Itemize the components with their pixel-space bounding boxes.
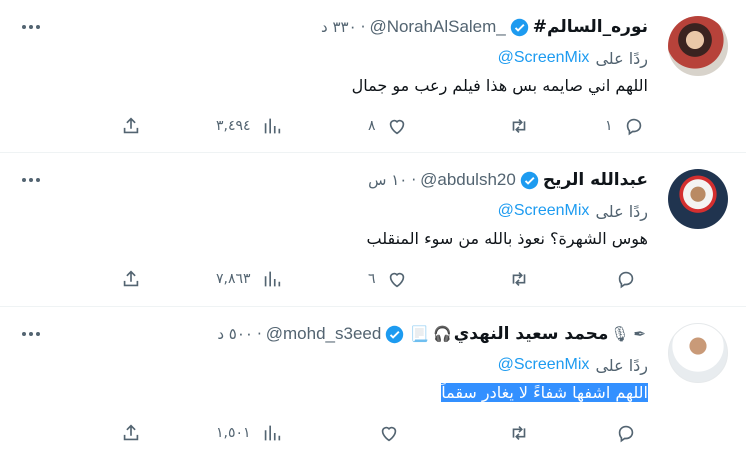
tweet-header: #نوره_السالم @NorahAlSalem_ · ٣٣٠ د: [321, 15, 648, 39]
reply-button[interactable]: [605, 422, 637, 444]
heart-icon: [389, 119, 404, 135]
mention-link[interactable]: @ScreenMix: [498, 356, 590, 375]
tweet-header: عبدالله الريح @abdulsh20 · ١٠ س: [368, 168, 648, 192]
selected-text: اللهم اشفها شفاءً لا يغادر سقماً: [441, 383, 648, 402]
avatar[interactable]: [668, 323, 728, 383]
reply-context: ردًا على @ScreenMix: [498, 202, 648, 221]
retweet-button[interactable]: [508, 422, 530, 444]
user-handle[interactable]: @mohd_s3eed: [266, 324, 382, 344]
heart-icon: [381, 426, 397, 442]
verified-badge-icon: [520, 171, 539, 189]
tweet-text: هوس الشهرة؟ نعوذ بالله من سوء المنقلب: [366, 229, 648, 248]
separator-dot: ·: [411, 171, 417, 189]
like-count: ٦: [368, 271, 376, 287]
share-icon: [123, 270, 139, 287]
reply-context: ردًا على @ScreenMix: [498, 49, 648, 68]
user-handle[interactable]: @abdulsh20: [420, 170, 516, 190]
like-button[interactable]: ٨: [368, 115, 408, 137]
more-options-icon[interactable]: [20, 324, 42, 344]
separator-dot: ·: [256, 325, 262, 343]
reply-context: ردًا على @ScreenMix: [498, 356, 648, 375]
views-button[interactable]: ١,٥٠١: [216, 422, 283, 444]
like-count: ٨: [368, 118, 376, 134]
timestamp[interactable]: ٣٣٠ د: [321, 18, 357, 36]
mention-link[interactable]: @ScreenMix: [498, 49, 590, 68]
share-button[interactable]: [120, 268, 142, 290]
more-options-icon[interactable]: [20, 17, 42, 37]
tweet-3[interactable]: ✒ 🎙 محمد سعيد النهدي 🎧 📃 @mohd_s3eed · ٥…: [0, 307, 746, 458]
heart-icon: [389, 272, 404, 288]
views-count: ٧,٨٦٣: [216, 271, 251, 287]
reply-prefix: ردًا على: [595, 49, 648, 68]
analytics-icon: [264, 118, 280, 134]
reply-icon: [626, 118, 641, 136]
reply-prefix: ردًا على: [595, 202, 648, 221]
views-count: ١,٥٠١: [216, 425, 251, 441]
timestamp[interactable]: ١٠ س: [368, 171, 407, 189]
user-handle[interactable]: @NorahAlSalem_: [369, 17, 505, 37]
verified-badge-icon: [386, 325, 404, 343]
microphone-icon: 🎙: [610, 325, 630, 343]
more-options-icon[interactable]: [20, 170, 42, 190]
share-button[interactable]: [120, 422, 142, 444]
reply-icon: [618, 425, 634, 443]
retweet-icon: [512, 118, 526, 134]
tweet-1[interactable]: #نوره_السالم @NorahAlSalem_ · ٣٣٠ د ردًا…: [0, 0, 746, 153]
share-button[interactable]: [120, 115, 142, 137]
tweet-2[interactable]: عبدالله الريح @abdulsh20 · ١٠ س ردًا على…: [0, 153, 746, 307]
display-name[interactable]: #نوره_السالم: [533, 17, 648, 37]
pen-icon: ✒: [633, 325, 646, 343]
tweet-header: ✒ 🎙 محمد سعيد النهدي 🎧 📃 @mohd_s3eed · ٥…: [217, 322, 648, 346]
share-icon: [123, 424, 139, 441]
like-button[interactable]: [368, 422, 400, 444]
document-icon: 📃: [410, 325, 429, 343]
retweet-button[interactable]: [508, 268, 530, 290]
retweet-icon: [512, 425, 526, 441]
reply-icon: [618, 271, 634, 289]
timestamp[interactable]: ٥٠٠ د: [217, 325, 253, 343]
verified-badge-icon: [510, 18, 528, 36]
views-button[interactable]: ٧,٨٦٣: [216, 268, 283, 290]
views-button[interactable]: ٣,٤٩٤: [216, 115, 283, 137]
tweet-text: اللهم اشفها شفاءً لا يغادر سقماً: [441, 383, 648, 402]
retweet-icon: [512, 271, 526, 287]
like-button[interactable]: ٦: [368, 268, 408, 290]
analytics-icon: [264, 425, 280, 441]
analytics-icon: [264, 271, 280, 287]
separator-dot: ·: [360, 18, 366, 36]
retweet-button[interactable]: [508, 115, 530, 137]
share-icon: [123, 117, 139, 134]
reply-count: ١: [605, 118, 613, 134]
headphones-icon: 🎧: [433, 325, 452, 343]
reply-button[interactable]: [605, 268, 637, 290]
reply-prefix: ردًا على: [595, 356, 648, 375]
reply-button[interactable]: ١: [605, 115, 645, 137]
avatar[interactable]: [668, 169, 728, 229]
tweet-text: اللهم اني صايمه بس هذا فيلم رعب مو جمال: [351, 76, 648, 95]
display-name[interactable]: عبدالله الريح: [543, 170, 648, 190]
avatar[interactable]: [668, 16, 728, 76]
display-name[interactable]: محمد سعيد النهدي: [454, 324, 609, 344]
views-count: ٣,٤٩٤: [216, 118, 251, 134]
mention-link[interactable]: @ScreenMix: [498, 202, 590, 221]
